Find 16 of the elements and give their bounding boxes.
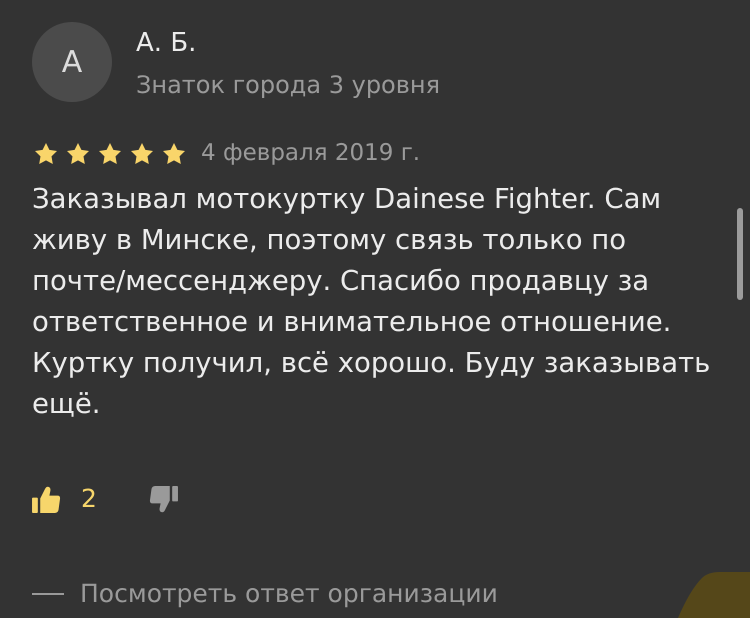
star-icon <box>35 142 57 164</box>
scroll-bar[interactable] <box>737 208 743 300</box>
review-date: 4 февраля 2019 г. <box>201 139 420 167</box>
like-button[interactable]: 2 <box>32 484 97 514</box>
star-icon <box>163 142 185 164</box>
review-text: Заказывал мотокуртку Dainese Fighter. Сам живу в Минске, поэтому связь только по почте/мессенджеру. Спасибо продавцу за ответственное и внимательное отношение. Куртку получил, всё хорошо. Буду заказывать ещё. <box>32 182 712 422</box>
star-icon <box>99 142 121 164</box>
dislike-button[interactable] <box>148 486 178 512</box>
author-level: Знаток города 3 уровня <box>136 70 440 100</box>
thumbs-down-icon <box>148 486 178 512</box>
star-icon <box>67 142 89 164</box>
thumbs-up-icon <box>32 486 61 512</box>
avatar: А <box>32 22 112 102</box>
author-name: А. Б. <box>136 28 198 58</box>
star-icon <box>131 142 153 164</box>
view-answer-link[interactable]: Посмотреть ответ организации <box>80 578 498 610</box>
